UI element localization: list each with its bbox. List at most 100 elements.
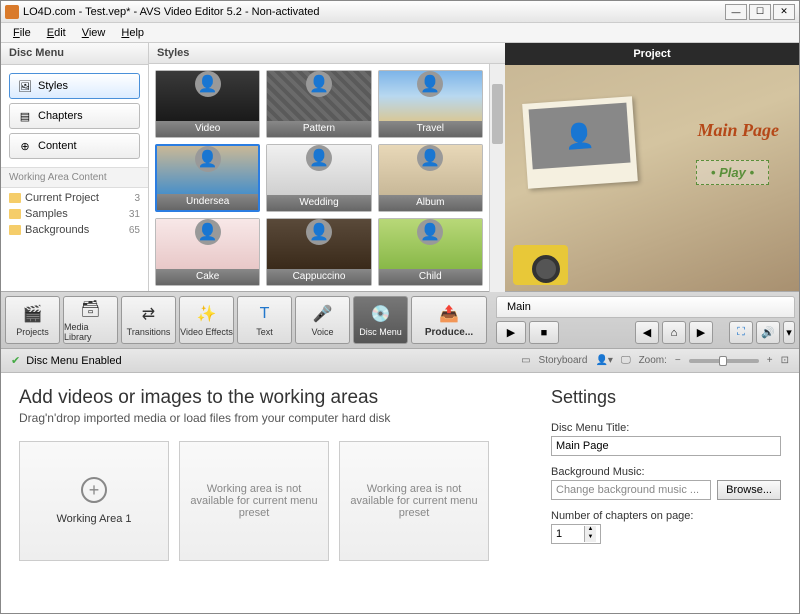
style-thumb-cappuccino[interactable]: 👤Cappuccino <box>266 218 371 286</box>
sidebar: Disc Menu 🖼Styles ▤Chapters ⊕Content Wor… <box>1 43 149 291</box>
voice-button[interactable]: 🎤Voice <box>295 296 350 344</box>
spin-down[interactable]: ▼ <box>584 534 596 542</box>
browse-button[interactable]: Browse... <box>717 480 781 500</box>
lower-panel: Add videos or images to the working area… <box>1 373 799 613</box>
volume-dropdown[interactable]: ▾ <box>783 321 795 344</box>
wa-item-backgrounds[interactable]: Backgrounds65 <box>1 222 148 238</box>
settings-heading: Settings <box>551 387 781 408</box>
sidebar-content-button[interactable]: ⊕ Content <box>9 133 140 159</box>
sidebar-chapters-button[interactable]: ▤Chapters <box>9 103 140 129</box>
preview-panel: Project 👤 Main Page • Play • <box>505 43 799 291</box>
window: LO4D.com - Test.vep* - AVS Video Editor … <box>0 0 800 614</box>
video-effects-button[interactable]: ✨Video Effects <box>179 296 234 344</box>
sidebar-styles-button[interactable]: 🖼 Styles <box>9 73 140 99</box>
main-toolbar: 🎬Projects 🗃Media Library ⇄Transitions ✨V… <box>1 291 799 349</box>
status-bar: ✔ Disc Menu Enabled ▭ Storyboard 👤▾ 🖵 Zo… <box>1 349 799 373</box>
working-area-1-label: Working Area 1 <box>56 513 131 525</box>
disc-icon: 💿 <box>370 303 392 325</box>
chapters-spinner[interactable]: 1 ▲▼ <box>551 524 601 544</box>
next-button[interactable]: ▶ <box>689 321 713 344</box>
volume-button[interactable]: 🔊 <box>756 321 780 344</box>
working-area-3: Working area is not available for curren… <box>339 441 489 561</box>
styles-panel: Styles 👤Video 👤Pattern 👤Travel 👤Undersea… <box>149 43 505 291</box>
produce-button[interactable]: 📤Produce... <box>411 296 487 344</box>
fullscreen-button[interactable]: ⛶ <box>729 321 753 344</box>
preview-image: 👤 Main Page • Play • <box>505 65 799 291</box>
wa-item-current[interactable]: Current Project3 <box>1 190 148 206</box>
disc-title-input[interactable] <box>551 436 781 456</box>
preview-play-button[interactable]: • Play • <box>696 160 769 185</box>
style-thumb-album[interactable]: 👤Album <box>378 144 483 212</box>
working-area-2: Working area is not available for curren… <box>179 441 329 561</box>
spin-up[interactable]: ▲ <box>584 526 596 534</box>
style-thumbnails: 👤Video 👤Pattern 👤Travel 👤Undersea 👤Weddi… <box>149 64 489 292</box>
voice-icon: 🎤 <box>312 303 334 325</box>
camera-graphic <box>513 245 568 285</box>
style-thumb-undersea[interactable]: 👤Undersea <box>155 144 260 212</box>
sidebar-content-label: Content <box>38 140 77 152</box>
vertical-scrollbar[interactable] <box>489 64 505 292</box>
disc-title-label: Disc Menu Title: <box>551 422 781 434</box>
play-button[interactable]: ▶ <box>496 321 526 344</box>
menu-edit[interactable]: Edit <box>39 25 74 41</box>
music-input[interactable] <box>551 480 711 500</box>
style-thumb-travel[interactable]: 👤Travel <box>378 70 483 138</box>
status-text: Disc Menu Enabled <box>26 355 121 367</box>
menubar: File Edit View Help <box>1 23 799 43</box>
text-icon: T <box>254 303 276 325</box>
zoom-out-icon[interactable]: − <box>675 355 681 366</box>
upper-panel: Disc Menu 🖼Styles ▤Chapters ⊕Content Wor… <box>1 43 799 291</box>
window-title: LO4D.com - Test.vep* - AVS Video Editor … <box>23 6 320 18</box>
style-thumb-cake[interactable]: 👤Cake <box>155 218 260 286</box>
zoom-in-icon[interactable]: + <box>767 355 773 366</box>
chapters-label: Number of chapters on page: <box>551 510 781 522</box>
stop-button[interactable]: ■ <box>529 321 559 344</box>
folder-icon <box>9 225 21 235</box>
style-thumb-wedding[interactable]: 👤Wedding <box>266 144 371 212</box>
styles-icon: 🖼 <box>18 79 32 93</box>
app-icon <box>5 5 19 19</box>
sidebar-header: Disc Menu <box>1 43 148 65</box>
zoom-slider[interactable] <box>689 359 759 363</box>
settings-section: Settings Disc Menu Title: Background Mus… <box>551 387 781 599</box>
preview-polaroid: 👤 <box>522 96 638 188</box>
preview-body: 👤 Main Page • Play • <box>505 65 799 291</box>
style-thumb-pattern[interactable]: 👤Pattern <box>266 70 371 138</box>
music-label: Background Music: <box>551 466 781 478</box>
storyboard-icon[interactable]: ▭ <box>521 355 530 366</box>
projects-button[interactable]: 🎬Projects <box>5 296 60 344</box>
sidebar-styles-label: Styles <box>38 80 68 92</box>
working-area-list: Current Project3 Samples31 Backgrounds65 <box>1 188 148 240</box>
preview-header: Project <box>505 43 799 65</box>
preview-tab[interactable]: Main <box>496 296 795 318</box>
working-area-1[interactable]: + Working Area 1 <box>19 441 169 561</box>
minimize-button[interactable]: — <box>725 4 747 20</box>
menu-view[interactable]: View <box>74 25 114 41</box>
disc-menu-button[interactable]: 💿Disc Menu <box>353 296 408 344</box>
style-thumb-child[interactable]: 👤Child <box>378 218 483 286</box>
content-icon: ⊕ <box>18 139 32 153</box>
sidebar-chapters-label: Chapters <box>38 110 83 122</box>
monitor-icon[interactable]: 🖵 <box>621 355 631 366</box>
home-button[interactable]: ⌂ <box>662 321 686 344</box>
view-icon[interactable]: 👤▾ <box>595 355 612 366</box>
close-button[interactable]: ✕ <box>773 4 795 20</box>
menu-file[interactable]: File <box>5 25 39 41</box>
style-thumb-video[interactable]: 👤Video <box>155 70 260 138</box>
maximize-button[interactable]: ☐ <box>749 4 771 20</box>
fit-icon[interactable]: ⊡ <box>781 355 789 366</box>
effects-icon: ✨ <box>196 303 218 325</box>
produce-icon: 📤 <box>438 303 460 325</box>
folder-icon <box>9 209 21 219</box>
text-button[interactable]: TText <box>237 296 292 344</box>
check-icon: ✔ <box>11 354 20 367</box>
media-library-button[interactable]: 🗃Media Library <box>63 296 118 344</box>
wa-item-samples[interactable]: Samples31 <box>1 206 148 222</box>
working-areas-section: Add videos or images to the working area… <box>19 387 527 599</box>
transitions-button[interactable]: ⇄Transitions <box>121 296 176 344</box>
menu-help[interactable]: Help <box>113 25 152 41</box>
projects-icon: 🎬 <box>22 303 44 325</box>
zoom-label: Zoom: <box>639 355 667 366</box>
prev-button[interactable]: ◀ <box>635 321 659 344</box>
storyboard-label: Storyboard <box>539 355 588 366</box>
